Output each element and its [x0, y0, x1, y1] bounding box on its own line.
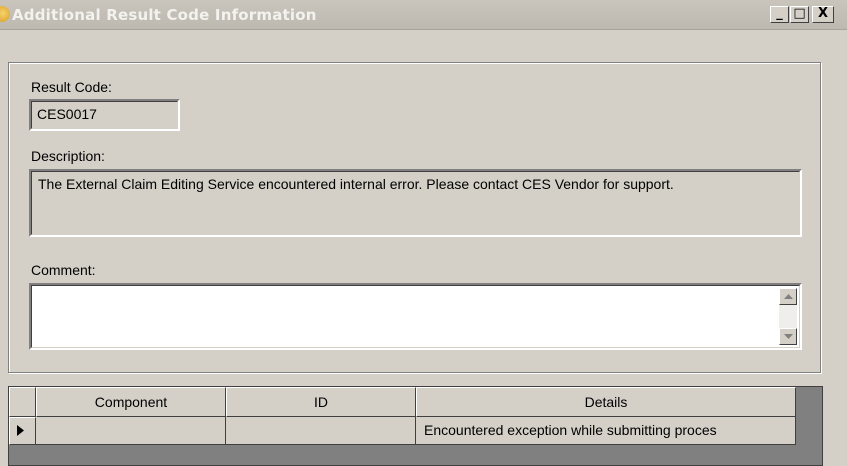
result-code-label: Result Code: — [31, 79, 112, 95]
result-code-value: CES0017 — [37, 106, 97, 122]
title-bar[interactable]: Additional Result Code Information _ □ X — [0, 0, 847, 30]
scroll-down-icon — [784, 334, 793, 339]
info-group-box: Result Code: CES0017 Description: The Ex… — [8, 62, 821, 373]
column-header-details[interactable]: Details — [416, 387, 796, 417]
description-label: Description: — [31, 148, 105, 164]
close-button[interactable]: X — [812, 6, 834, 23]
comment-label: Comment: — [31, 262, 96, 278]
table-cell-id[interactable] — [226, 417, 416, 445]
window-title: Additional Result Code Information — [12, 6, 317, 24]
grid-corner-header — [9, 387, 36, 417]
table-cell-details[interactable]: Encountered exception while submitting p… — [416, 417, 796, 445]
arrow-right-icon — [17, 425, 24, 436]
scroll-down-button[interactable] — [779, 328, 797, 345]
results-grid[interactable]: Component ID Details Encountered excepti… — [8, 386, 823, 466]
column-header-component[interactable]: Component — [36, 387, 226, 417]
description-field[interactable]: The External Claim Editing Service encou… — [29, 169, 802, 237]
minimize-button[interactable]: _ — [770, 6, 789, 23]
table-cell-component[interactable] — [36, 417, 226, 445]
comment-scrollbar[interactable] — [779, 288, 797, 345]
comment-field[interactable] — [29, 283, 802, 350]
scroll-up-button[interactable] — [779, 288, 797, 305]
column-header-id[interactable]: ID — [226, 387, 416, 417]
description-value: The External Claim Editing Service encou… — [38, 176, 674, 192]
result-code-field[interactable]: CES0017 — [29, 99, 180, 131]
app-icon — [0, 6, 10, 22]
row-header[interactable] — [9, 417, 36, 445]
maximize-button[interactable]: □ — [790, 6, 809, 23]
scroll-up-icon — [784, 294, 793, 299]
